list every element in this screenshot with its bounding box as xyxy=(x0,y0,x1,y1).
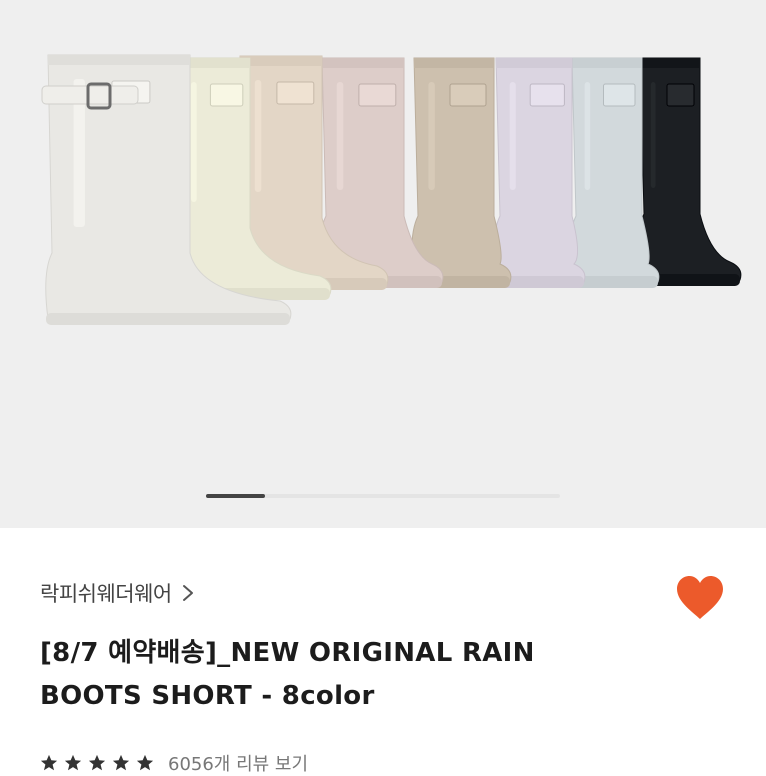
product-title-line-2: BOOTS SHORT - 8color xyxy=(40,681,375,711)
product-title-line-1: [8/7 예약배송]_NEW ORIGINAL RAIN xyxy=(40,638,535,668)
star-icon xyxy=(64,754,82,771)
heart-icon[interactable] xyxy=(674,574,726,622)
star-icon xyxy=(88,754,106,771)
star-icon xyxy=(112,754,130,771)
boot-buckle xyxy=(41,82,139,110)
review-count-link[interactable]: 6056개 리뷰 보기 xyxy=(168,750,308,776)
boot-5 xyxy=(411,57,512,288)
product-image xyxy=(41,54,742,325)
boot-8 xyxy=(637,57,742,286)
star-icon xyxy=(40,754,58,771)
star-icon xyxy=(136,754,154,771)
boot-6 xyxy=(493,57,586,288)
product-title: [8/7 예약배송]_NEW ORIGINAL RAIN BOOTS SHORT… xyxy=(40,632,660,718)
brand-name: 락피쉬웨더웨어 xyxy=(40,582,172,606)
chevron-right-icon xyxy=(182,585,193,601)
product-image-carousel[interactable] xyxy=(0,0,766,528)
carousel-pager-indicator[interactable] xyxy=(206,494,265,498)
rating-stars xyxy=(40,754,154,772)
brand-link[interactable]: 락피쉬웨더웨어 xyxy=(40,578,194,608)
product-info: 락피쉬웨더웨어 [8/7 예약배송]_NEW ORIGINAL RAIN BOO… xyxy=(0,528,766,775)
rating-row[interactable]: 6056개 리뷰 보기 xyxy=(40,750,308,776)
